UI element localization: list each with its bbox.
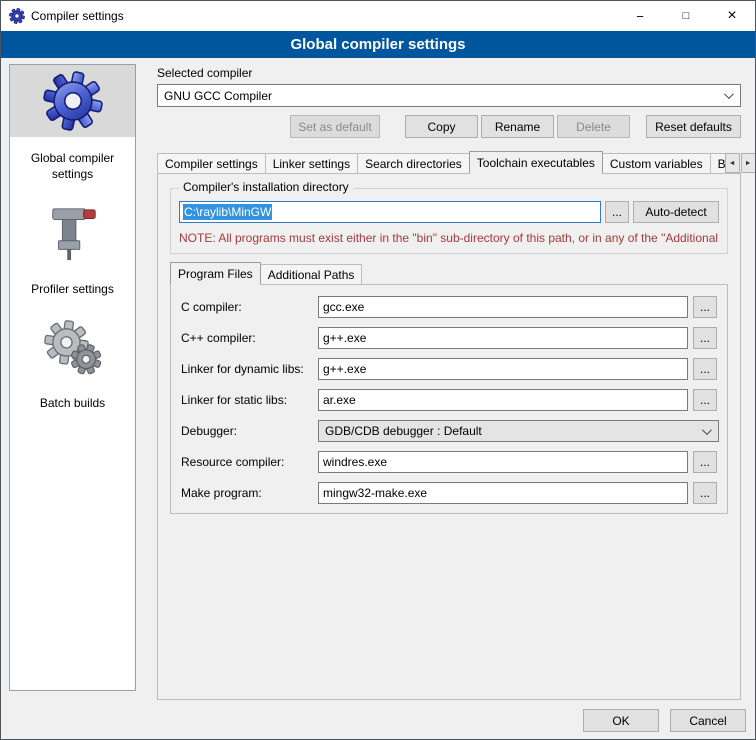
make-program-label: Make program: bbox=[181, 486, 313, 500]
debugger-dropdown[interactable]: GDB/CDB debugger : Default bbox=[318, 420, 719, 442]
copy-button[interactable]: Copy bbox=[405, 115, 478, 138]
program-files-panel: C compiler: ... C++ compiler: ... Linker… bbox=[170, 284, 728, 514]
tab-additional-paths[interactable]: Additional Paths bbox=[260, 264, 363, 284]
resource-compiler-input[interactable] bbox=[318, 451, 688, 473]
titlebar: Compiler settings − □ × bbox=[1, 1, 755, 31]
cancel-button[interactable]: Cancel bbox=[670, 709, 746, 732]
install-dir-browse-button[interactable]: ... bbox=[605, 201, 629, 223]
minimize-button[interactable]: − bbox=[617, 1, 663, 31]
set-as-default-button: Set as default bbox=[290, 115, 380, 138]
cpp-compiler-label: C++ compiler: bbox=[181, 331, 313, 345]
compiler-actions: Set as default Copy Rename Delete Reset … bbox=[157, 115, 741, 138]
tab-custom-variables[interactable]: Custom variables bbox=[602, 153, 711, 173]
linker-static-input[interactable] bbox=[318, 389, 688, 411]
delete-button: Delete bbox=[557, 115, 630, 138]
tab-scroll-right-icon[interactable]: ► bbox=[741, 153, 756, 173]
make-program-browse-button[interactable]: ... bbox=[693, 482, 717, 504]
auto-detect-button[interactable]: Auto-detect bbox=[633, 201, 719, 223]
rename-button[interactable]: Rename bbox=[481, 115, 554, 138]
install-dir-selected-text: C:\raylib\MinGW bbox=[183, 204, 272, 220]
chevron-down-icon bbox=[724, 89, 734, 99]
installation-directory-group: Compiler's installation directory C:\ray… bbox=[170, 188, 728, 254]
linker-dynamic-input[interactable] bbox=[318, 358, 688, 380]
dialog-header: Global compiler settings bbox=[1, 31, 755, 58]
program-tabstrip: Program Files Additional Paths bbox=[170, 262, 728, 284]
sidebar-item-batch-builds[interactable]: Batch builds bbox=[10, 314, 135, 428]
linker-dynamic-label: Linker for dynamic libs: bbox=[181, 362, 313, 376]
tab-build-options-truncated[interactable]: Builc bbox=[710, 153, 726, 173]
gray-gears-icon bbox=[43, 319, 103, 377]
tab-linker-settings[interactable]: Linker settings bbox=[265, 153, 358, 173]
make-program-input[interactable] bbox=[318, 482, 688, 504]
app-gear-icon bbox=[9, 8, 25, 24]
resource-compiler-label: Resource compiler: bbox=[181, 455, 313, 469]
debugger-value: GDB/CDB debugger : Default bbox=[325, 424, 482, 438]
installation-directory-row: C:\raylib\MinGW ... Auto-detect bbox=[179, 201, 719, 223]
debugger-label: Debugger: bbox=[181, 424, 313, 438]
program-files-form: C compiler: ... C++ compiler: ... Linker… bbox=[181, 296, 719, 504]
resource-compiler-browse-button[interactable]: ... bbox=[693, 451, 717, 473]
selected-compiler-dropdown[interactable]: GNU GCC Compiler bbox=[157, 84, 741, 107]
selected-compiler-label: Selected compiler bbox=[157, 66, 252, 80]
settings-tabstrip: Compiler settings Linker settings Search… bbox=[157, 151, 741, 173]
toolchain-executables-panel: Compiler's installation directory C:\ray… bbox=[157, 173, 741, 700]
sidebar-item-label: Batch builds bbox=[34, 382, 111, 428]
sidebar-item-label: Global compiler settings bbox=[10, 137, 135, 198]
c-compiler-label: C compiler: bbox=[181, 300, 313, 314]
bin-subdirectory-note: NOTE: All programs must exist either in … bbox=[179, 231, 725, 245]
tab-scroll-buttons: ◄ ► bbox=[725, 153, 756, 173]
c-compiler-browse-button[interactable]: ... bbox=[693, 296, 717, 318]
tab-search-directories[interactable]: Search directories bbox=[357, 153, 470, 173]
linker-static-browse-button[interactable]: ... bbox=[693, 389, 717, 411]
sidebar-item-label: Profiler settings bbox=[25, 268, 120, 314]
sidebar-item-global-compiler-settings[interactable]: Global compiler settings bbox=[10, 65, 135, 198]
ok-button[interactable]: OK bbox=[583, 709, 659, 732]
tab-program-files[interactable]: Program Files bbox=[170, 262, 261, 284]
close-button[interactable]: × bbox=[709, 1, 755, 31]
maximize-button[interactable]: □ bbox=[663, 1, 709, 31]
tab-toolchain-executables[interactable]: Toolchain executables bbox=[469, 151, 603, 173]
compiler-settings-window: Compiler settings − □ × Global compiler … bbox=[0, 0, 756, 740]
selected-compiler-value: GNU GCC Compiler bbox=[164, 89, 272, 103]
cpp-compiler-browse-button[interactable]: ... bbox=[693, 327, 717, 349]
cpp-compiler-input[interactable] bbox=[318, 327, 688, 349]
profiler-tool-icon bbox=[45, 203, 101, 263]
blue-gear-icon bbox=[42, 70, 104, 132]
c-compiler-input[interactable] bbox=[318, 296, 688, 318]
tab-compiler-settings[interactable]: Compiler settings bbox=[157, 153, 266, 173]
selected-item-highlight bbox=[10, 65, 135, 137]
reset-defaults-button[interactable]: Reset defaults bbox=[646, 115, 741, 138]
main-panel: Selected compiler GNU GCC Compiler Set a… bbox=[147, 63, 749, 703]
window-controls: − □ × bbox=[617, 1, 755, 31]
chevron-down-icon bbox=[702, 425, 712, 435]
sidebar-item-profiler-settings[interactable]: Profiler settings bbox=[10, 198, 135, 314]
linker-static-label: Linker for static libs: bbox=[181, 393, 313, 407]
category-list: Global compiler settings Profiler settin… bbox=[9, 64, 136, 691]
linker-dynamic-browse-button[interactable]: ... bbox=[693, 358, 717, 380]
tab-scroll-left-icon[interactable]: ◄ bbox=[725, 153, 740, 173]
install-dir-input[interactable]: C:\raylib\MinGW bbox=[179, 201, 601, 223]
window-title: Compiler settings bbox=[31, 9, 124, 23]
installation-directory-label: Compiler's installation directory bbox=[179, 180, 353, 194]
dialog-footer: OK Cancel bbox=[583, 709, 746, 732]
